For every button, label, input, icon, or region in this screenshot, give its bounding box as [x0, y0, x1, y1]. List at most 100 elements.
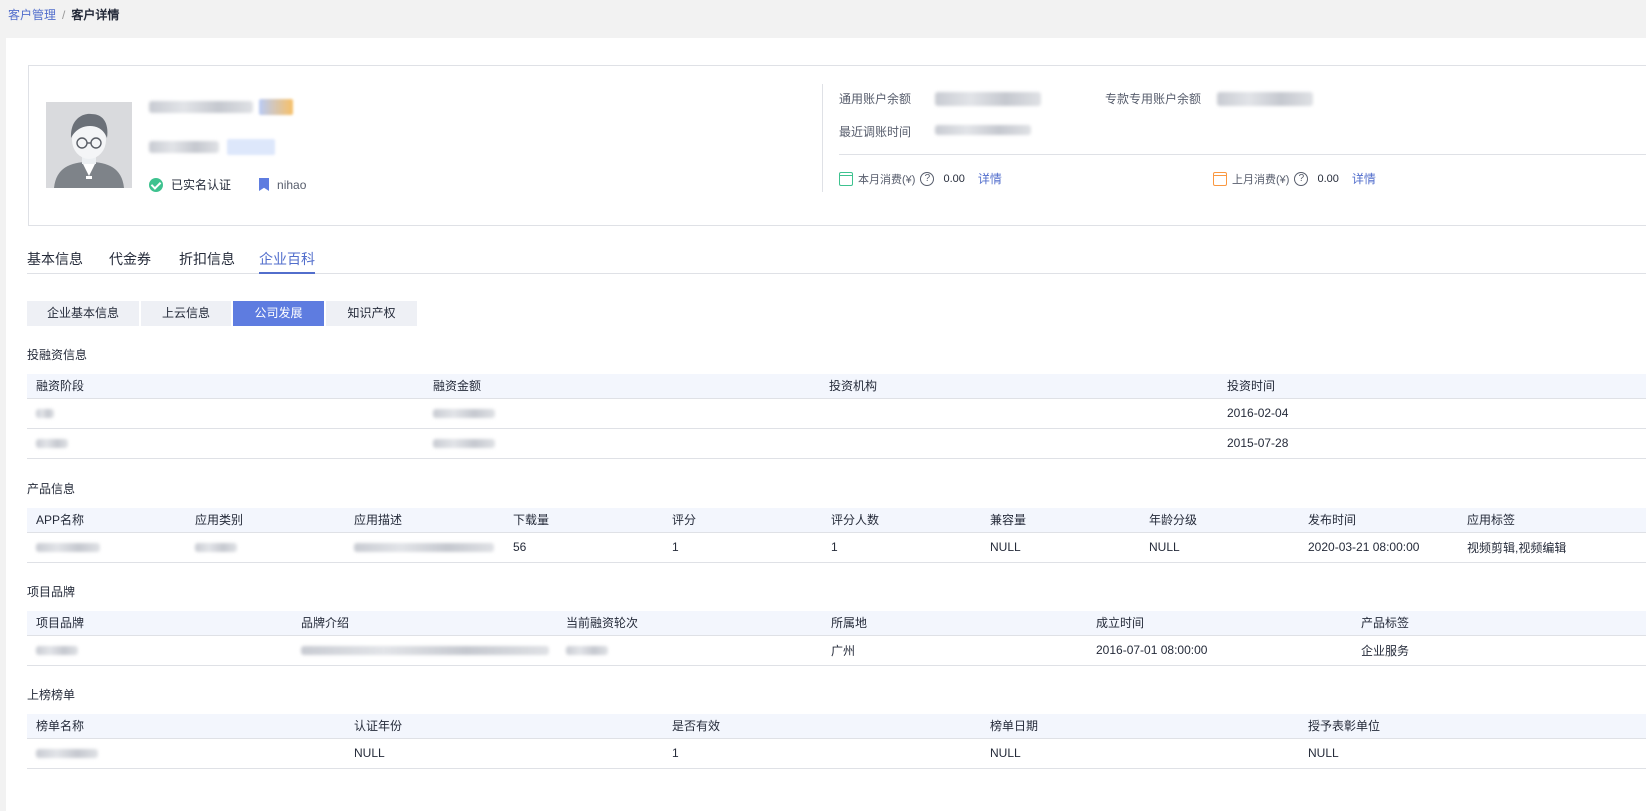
funding-round-redacted	[557, 635, 822, 666]
app-tags: 视频剪辑,视频编辑	[1458, 532, 1646, 563]
detail-tabs: 基本信息 代金券 折扣信息 企业百科	[27, 245, 1646, 274]
subtab-company-development[interactable]: 公司发展	[233, 301, 324, 326]
col-funding-round: 当前融资轮次	[557, 611, 822, 636]
col-app-desc: 应用描述	[345, 508, 504, 533]
invest-date: 2016-02-04	[1218, 398, 1646, 429]
col-cert-year: 认证年份	[345, 714, 663, 739]
stage-redacted	[27, 428, 424, 459]
col-valid: 是否有效	[663, 714, 981, 739]
subtab-enterprise-basic[interactable]: 企业基本信息	[27, 301, 139, 326]
table-row: 2016-02-04	[27, 398, 1646, 429]
table-row: 56 1 1 NULL NULL 2020-03-21 08:00:00 视频剪…	[27, 532, 1646, 563]
col-award-unit: 授予表彰单位	[1299, 714, 1646, 739]
investor-cell	[820, 428, 1218, 459]
rankings-section-title: 上榜榜单	[27, 688, 76, 702]
amount-redacted	[424, 428, 820, 459]
calendar-icon	[839, 171, 853, 186]
recent-adjust-time-label: 最近调账时间	[839, 125, 912, 139]
brands-table: 项目品牌 品牌介绍 当前融资轮次 所属地 成立时间 产品标签 广州 2016-0…	[27, 611, 1646, 666]
last-month-detail-link[interactable]: 详情	[1352, 170, 1376, 187]
special-balance-label: 专款专用账户余额	[1105, 92, 1202, 106]
table-row: NULL 1 NULL NULL	[27, 738, 1646, 769]
ranking-name-redacted	[27, 738, 345, 769]
brand-intro-redacted	[292, 635, 557, 666]
award-unit: NULL	[1299, 738, 1646, 769]
table-row: 广州 2016-07-01 08:00:00 企业服务	[27, 635, 1646, 666]
check-circle-icon	[149, 177, 163, 192]
investment-section-title: 投融资信息	[27, 348, 88, 362]
investment-table: 融资阶段 融资金额 投资机构 投资时间 2016-02-04 2015-07-2…	[27, 374, 1646, 459]
cert-year: NULL	[345, 738, 663, 769]
age-rating: NULL	[1140, 532, 1299, 563]
publish-time: 2020-03-21 08:00:00	[1299, 532, 1458, 563]
col-ranking-name: 榜单名称	[27, 714, 345, 739]
rankings-table: 榜单名称 认证年份 是否有效 榜单日期 授予表彰单位 NULL 1 NULL N…	[27, 714, 1646, 769]
valid: 1	[663, 738, 981, 769]
location: 广州	[822, 635, 1087, 666]
general-balance-label: 通用账户余额	[839, 92, 912, 106]
this-month-detail-link[interactable]: 详情	[978, 170, 1002, 187]
tab-vouchers[interactable]: 代金券	[109, 249, 151, 274]
col-founded: 成立时间	[1087, 611, 1352, 636]
help-icon[interactable]: ?	[1294, 171, 1309, 186]
col-app-tags: 应用标签	[1458, 508, 1646, 533]
last-month-label: 上月消费(¥)	[1232, 173, 1290, 186]
recent-adjust-time-redacted	[935, 125, 1031, 135]
customer-tag: nihao	[259, 178, 306, 192]
col-ranking-date: 榜单日期	[981, 714, 1299, 739]
tab-basic-info[interactable]: 基本信息	[27, 249, 83, 274]
subtab-cloud-info[interactable]: 上云信息	[141, 301, 231, 326]
investor-cell	[820, 398, 1218, 429]
col-funding-amount: 融资金额	[424, 374, 820, 399]
help-icon[interactable]: ?	[920, 171, 935, 186]
stage-redacted	[27, 398, 424, 429]
col-raters: 评分人数	[822, 508, 981, 533]
customer-name-row	[149, 99, 293, 115]
tab-discount-info[interactable]: 折扣信息	[179, 249, 235, 274]
horizontal-divider	[839, 154, 1646, 155]
this-month-value: 0.00	[943, 172, 965, 185]
breadcrumb-separator: /	[62, 7, 66, 22]
last-month-consumption: 上月消费(¥) ? 0.00 详情	[1213, 170, 1376, 187]
app-name-redacted	[27, 532, 186, 563]
founded: 2016-07-01 08:00:00	[1087, 635, 1352, 666]
this-month-consumption: 本月消费(¥) ? 0.00 详情	[839, 170, 1002, 187]
customer-id-redacted	[149, 141, 219, 153]
app-category-redacted	[186, 532, 345, 563]
col-age-rating: 年龄分级	[1140, 508, 1299, 533]
verified-label: 已实名认证	[171, 178, 232, 192]
col-brand-intro: 品牌介绍	[292, 611, 557, 636]
products-table: APP名称 应用类别 应用描述 下载量 评分 评分人数 兼容量 年龄分级 发布时…	[27, 508, 1646, 563]
customer-type-tag	[227, 139, 275, 155]
page-content: 已实名认证 nihao 通用账户余额 专款专用账户余额 最近调账时间 本月消费(…	[6, 38, 1646, 811]
col-location: 所属地	[822, 611, 1087, 636]
brand-redacted	[27, 635, 292, 666]
vertical-divider	[822, 84, 823, 192]
profile-card: 已实名认证 nihao 通用账户余额 专款专用账户余额 最近调账时间 本月消费(…	[28, 65, 1646, 226]
sub-tab-group: 企业基本信息 上云信息 公司发展 知识产权	[27, 301, 417, 326]
bookmark-icon	[259, 178, 270, 191]
col-funding-stage: 融资阶段	[27, 374, 424, 399]
app-desc-redacted	[345, 532, 504, 563]
user-avatar-icon	[46, 102, 132, 188]
customer-id-row	[149, 139, 275, 155]
breadcrumb-current: 客户详情	[71, 8, 120, 22]
this-month-label: 本月消费(¥)	[858, 173, 916, 186]
verified-status: 已实名认证	[149, 176, 231, 193]
invest-date: 2015-07-28	[1218, 428, 1646, 459]
breadcrumb-customer-management[interactable]: 客户管理	[8, 6, 56, 23]
rating: 1	[663, 532, 822, 563]
avatar	[46, 102, 132, 188]
col-downloads: 下载量	[504, 508, 663, 533]
customer-name-redacted	[149, 101, 253, 113]
subtab-ip[interactable]: 知识产权	[326, 301, 417, 326]
last-month-value: 0.00	[1317, 172, 1339, 185]
tab-enterprise-wiki[interactable]: 企业百科	[259, 249, 315, 274]
table-row: 2015-07-28	[27, 428, 1646, 459]
top-bar: 客户管理 / 客户详情	[0, 0, 1646, 38]
col-compat: 兼容量	[981, 508, 1140, 533]
product-tags: 企业服务	[1352, 635, 1646, 666]
amount-redacted	[424, 398, 820, 429]
col-app-category: 应用类别	[186, 508, 345, 533]
customer-tag-label: nihao	[277, 177, 307, 192]
